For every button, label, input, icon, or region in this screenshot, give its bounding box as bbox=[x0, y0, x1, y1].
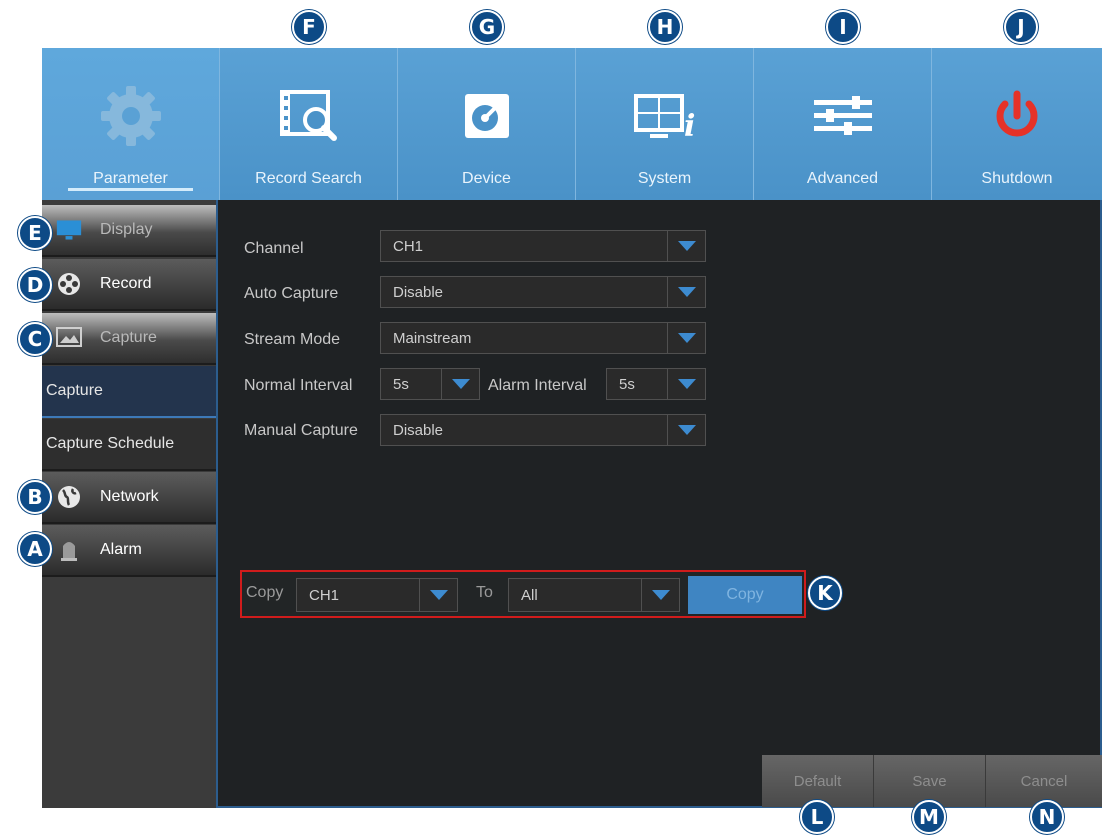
active-tab-indicator bbox=[68, 188, 193, 191]
dropdown-arrow-icon[interactable] bbox=[641, 579, 679, 611]
copy-to-select[interactable]: All bbox=[508, 578, 680, 612]
sidebar-subitem-capture[interactable]: Capture bbox=[42, 366, 216, 418]
nav-device[interactable]: Device bbox=[398, 48, 576, 200]
normal-interval-label: Normal Interval bbox=[244, 377, 353, 394]
sidebar-item-label: Network bbox=[100, 488, 159, 505]
sidebar-item-label: Display bbox=[100, 221, 153, 238]
channel-label: Channel bbox=[244, 240, 304, 257]
callout-d: D bbox=[18, 268, 52, 302]
callout-c: C bbox=[18, 322, 52, 356]
callout-a: A bbox=[18, 532, 52, 566]
callout-e: E bbox=[18, 216, 52, 250]
normal-interval-select[interactable]: 5s bbox=[380, 368, 480, 400]
channel-select[interactable]: CH1 bbox=[380, 230, 706, 262]
nav-parameter[interactable]: Parameter bbox=[42, 48, 220, 200]
dropdown-arrow-icon[interactable] bbox=[667, 415, 705, 445]
nav-label: Advanced bbox=[806, 170, 879, 187]
top-navigation: Parameter Record Search Device i System … bbox=[42, 48, 1102, 200]
normal-interval-value: 5s bbox=[393, 375, 409, 393]
nav-advanced[interactable]: Advanced bbox=[754, 48, 932, 200]
copy-settings-row: Copy CH1 To All Copy bbox=[240, 570, 806, 618]
sliders-icon bbox=[803, 84, 883, 148]
dropdown-arrow-icon[interactable] bbox=[667, 323, 705, 353]
callout-l: L bbox=[800, 800, 834, 834]
alarm-interval-select[interactable]: 5s bbox=[606, 368, 706, 400]
manual-capture-label: Manual Capture bbox=[244, 422, 358, 439]
callout-g: G bbox=[470, 10, 504, 44]
alarm-interval-value: 5s bbox=[619, 375, 635, 393]
callout-n: N bbox=[1030, 800, 1064, 834]
manual-capture-value: Disable bbox=[393, 421, 444, 439]
callout-f: F bbox=[292, 10, 326, 44]
sidebar-item-display[interactable]: Display bbox=[42, 205, 216, 257]
power-icon bbox=[977, 84, 1057, 148]
picture-icon bbox=[56, 326, 82, 350]
channel-value: CH1 bbox=[393, 237, 424, 255]
sidebar-item-alarm[interactable]: Alarm bbox=[42, 525, 216, 577]
copy-label: Copy bbox=[246, 584, 284, 601]
dropdown-arrow-icon[interactable] bbox=[667, 231, 705, 261]
dropdown-arrow-icon[interactable] bbox=[419, 579, 457, 611]
capture-settings-panel: Channel CH1 Auto Capture Disable Stream … bbox=[216, 200, 1102, 808]
svg-text:i: i bbox=[684, 109, 695, 144]
sidebar-item-label: Record bbox=[100, 275, 152, 292]
film-search-icon bbox=[269, 84, 349, 148]
alarm-siren-icon bbox=[56, 538, 82, 562]
monitor-info-icon: i bbox=[625, 84, 705, 148]
callout-m: M bbox=[912, 800, 946, 834]
callout-b: B bbox=[18, 480, 52, 514]
nav-label: Shutdown bbox=[981, 170, 1053, 187]
globe-icon bbox=[56, 485, 82, 509]
nav-shutdown[interactable]: Shutdown bbox=[932, 48, 1102, 200]
nav-label: Record Search bbox=[255, 170, 362, 187]
callout-i: I bbox=[826, 10, 860, 44]
stream-mode-label: Stream Mode bbox=[244, 331, 341, 348]
manual-capture-select[interactable]: Disable bbox=[380, 414, 706, 446]
subitem-label: Capture Schedule bbox=[46, 435, 175, 452]
nav-label: Parameter bbox=[93, 170, 168, 187]
dropdown-arrow-icon[interactable] bbox=[441, 369, 479, 399]
monitor-icon bbox=[56, 218, 82, 242]
callout-h: H bbox=[648, 10, 682, 44]
nav-label: Device bbox=[462, 170, 511, 187]
sidebar-item-capture[interactable]: Capture bbox=[42, 313, 216, 365]
copy-to-value: All bbox=[521, 586, 538, 604]
sidebar-item-label: Capture bbox=[100, 329, 157, 346]
auto-capture-select[interactable]: Disable bbox=[380, 276, 706, 308]
dropdown-arrow-icon[interactable] bbox=[667, 369, 705, 399]
dropdown-arrow-icon[interactable] bbox=[667, 277, 705, 307]
nav-record-search[interactable]: Record Search bbox=[220, 48, 398, 200]
nav-label: System bbox=[637, 170, 692, 187]
nav-system[interactable]: i System bbox=[576, 48, 754, 200]
alarm-interval-label: Alarm Interval bbox=[488, 377, 587, 394]
gear-icon bbox=[91, 84, 171, 148]
callout-k: K bbox=[808, 576, 842, 610]
copy-button[interactable]: Copy bbox=[688, 576, 802, 614]
copy-from-select[interactable]: CH1 bbox=[296, 578, 458, 612]
sidebar-item-record[interactable]: Record bbox=[42, 259, 216, 311]
stream-mode-select[interactable]: Mainstream bbox=[380, 322, 706, 354]
sidebar-item-label: Alarm bbox=[100, 541, 142, 558]
callout-j: J bbox=[1004, 10, 1038, 44]
auto-capture-label: Auto Capture bbox=[244, 285, 339, 302]
to-label: To bbox=[476, 584, 493, 601]
subitem-label: Capture bbox=[46, 382, 103, 399]
auto-capture-value: Disable bbox=[393, 283, 444, 301]
stream-mode-value: Mainstream bbox=[393, 329, 472, 347]
sidebar: Display Record Capture Capture Capture S… bbox=[42, 200, 216, 808]
film-reel-icon bbox=[56, 272, 82, 296]
hard-disk-icon bbox=[447, 84, 527, 148]
sidebar-item-network[interactable]: Network bbox=[42, 472, 216, 524]
copy-from-value: CH1 bbox=[309, 586, 340, 604]
sidebar-subitem-capture-schedule[interactable]: Capture Schedule bbox=[42, 419, 216, 471]
